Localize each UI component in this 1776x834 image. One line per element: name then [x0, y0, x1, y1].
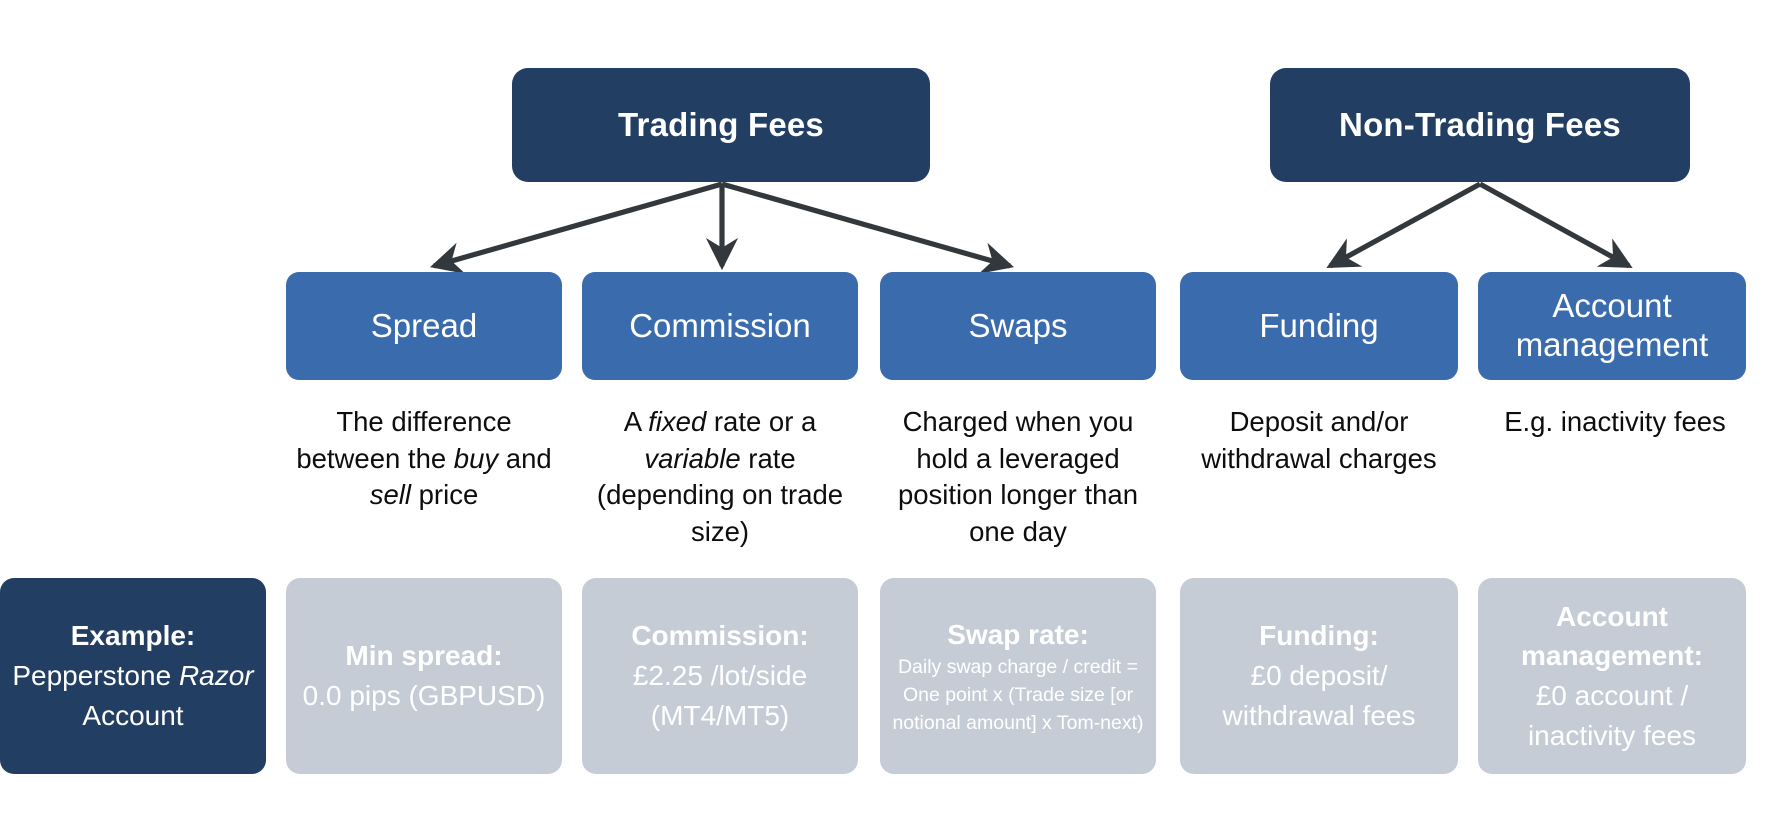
- category-box-account-management[interactable]: Account management: [1478, 272, 1746, 380]
- example-title-account: Example:: [70, 620, 196, 652]
- example-body-funding: £0 deposit/ withdrawal fees: [1222, 660, 1416, 731]
- example-title-account-management: Account management:: [1520, 600, 1704, 672]
- description-commission: A fixed rate or a variable rate (dependi…: [596, 406, 844, 547]
- example-body-account: Pepperstone Razor Account: [12, 660, 254, 731]
- category-box-spread[interactable]: Spread: [286, 272, 562, 380]
- category-box-commission[interactable]: Commission: [582, 272, 858, 380]
- header-label-non-trading-fees: Non-Trading Fees: [1339, 105, 1621, 143]
- category-box-swaps[interactable]: Swaps: [880, 272, 1156, 380]
- category-label-commission: Commission: [629, 306, 811, 344]
- header-box-trading-fees[interactable]: Trading Fees: [512, 68, 930, 182]
- example-title-min-spread: Min spread:: [345, 640, 503, 672]
- example-title-swap-rate: Swap rate:: [947, 618, 1089, 650]
- arrow-trading-to-swaps: [721, 181, 1015, 274]
- example-box-account-management[interactable]: Account management: £0 account / inactiv…: [1478, 578, 1746, 774]
- arrow-trading-to-spread: [429, 181, 723, 274]
- category-box-funding[interactable]: Funding: [1180, 272, 1458, 380]
- example-title-funding: Funding:: [1259, 620, 1379, 652]
- category-label-swaps: Swaps: [968, 306, 1068, 344]
- fee-structure-diagram: Trading Fees Non-Trading Fees Spread Com…: [0, 0, 1776, 834]
- description-funding: Deposit and/or withdrawal charges: [1201, 406, 1437, 474]
- description-spread: The difference between the buy and sell …: [296, 406, 552, 511]
- category-label-spread: Spread: [370, 306, 478, 344]
- example-box-swap-rate[interactable]: Swap rate: Daily swap charge / credit = …: [880, 578, 1156, 774]
- header-label-trading-fees: Trading Fees: [618, 105, 824, 143]
- header-box-non-trading-fees[interactable]: Non-Trading Fees: [1270, 68, 1690, 182]
- arrow-nontrading-to-funding: [1326, 181, 1482, 269]
- description-swaps: Charged when you hold a leveraged positi…: [897, 406, 1139, 547]
- example-box-account[interactable]: Example: Pepperstone Razor Account: [0, 578, 266, 774]
- example-body-commission: £2.25 /lot/side (MT4/MT5): [632, 660, 808, 731]
- example-box-funding[interactable]: Funding: £0 deposit/ withdrawal fees: [1180, 578, 1458, 774]
- category-label-funding: Funding: [1259, 306, 1379, 344]
- arrow-nontrading-to-account: [1478, 181, 1633, 269]
- example-body-swap-rate: Daily swap charge / credit = One point x…: [892, 656, 1144, 734]
- example-body-account-management: £0 account / inactivity fees: [1527, 680, 1697, 751]
- example-box-min-spread[interactable]: Min spread: 0.0 pips (GBPUSD): [286, 578, 562, 774]
- example-title-commission: Commission:: [631, 620, 809, 652]
- example-box-commission[interactable]: Commission: £2.25 /lot/side (MT4/MT5): [582, 578, 858, 774]
- example-body-min-spread: 0.0 pips (GBPUSD): [302, 680, 546, 711]
- category-label-account-management: Account management: [1515, 287, 1709, 363]
- description-account-management: E.g. inactivity fees: [1504, 406, 1726, 437]
